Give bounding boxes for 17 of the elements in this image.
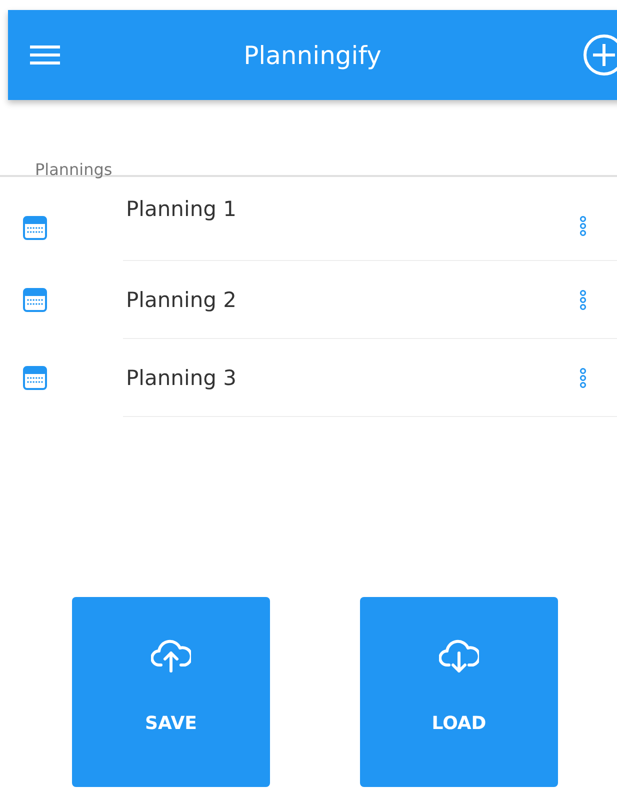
app-title: Planningify xyxy=(244,40,382,70)
add-button[interactable] xyxy=(583,34,617,76)
calendar-icon xyxy=(23,366,47,390)
more-button[interactable] xyxy=(579,215,587,237)
more-vertical-icon xyxy=(579,288,587,310)
more-vertical-icon xyxy=(579,215,587,237)
section-label: Plannings xyxy=(35,160,112,179)
planning-name[interactable]: Planning 3 xyxy=(126,366,236,390)
planning-name[interactable]: Planning 1 xyxy=(126,197,236,221)
calendar-icon xyxy=(23,288,47,312)
more-vertical-icon xyxy=(579,366,587,388)
calendar-icon xyxy=(23,216,47,240)
more-button[interactable] xyxy=(579,366,587,388)
menu-icon xyxy=(30,45,60,65)
menu-button[interactable] xyxy=(30,45,60,65)
planning-name[interactable]: Planning 2 xyxy=(126,288,236,312)
more-button[interactable] xyxy=(579,288,587,310)
